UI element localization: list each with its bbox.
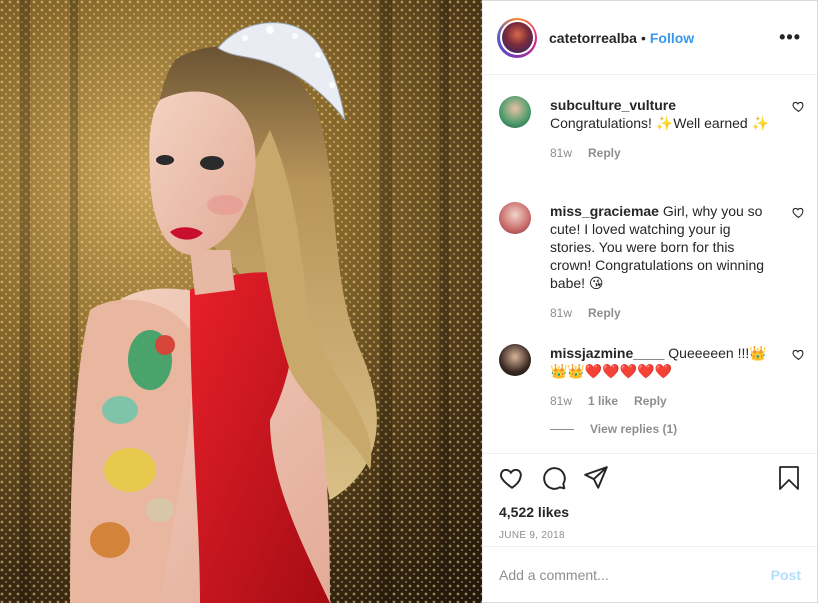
post-photo[interactable] xyxy=(0,0,482,603)
post-header: catetorrealba • Follow ••• xyxy=(483,1,817,75)
more-options-icon[interactable]: ••• xyxy=(779,27,801,48)
author-username[interactable]: catetorrealba xyxy=(549,30,637,46)
commenter-username[interactable]: subculture_vulture xyxy=(550,97,676,113)
comments-list: subculture_vulture Congratulations! ✨Wel… xyxy=(483,76,817,453)
comment-item: missjazmine____ Queeeeen !!!👑👑👑❤️❤️❤️❤️❤… xyxy=(499,344,805,436)
post-sidebar: catetorrealba • Follow ••• subculture_vu… xyxy=(482,0,818,603)
action-bar xyxy=(499,464,801,492)
photo-illustration xyxy=(0,0,482,603)
post-comment-button[interactable]: Post xyxy=(771,567,801,583)
reply-button[interactable]: Reply xyxy=(634,394,667,408)
comment-time[interactable]: 81w xyxy=(550,146,572,160)
comment-like-icon[interactable] xyxy=(792,100,805,113)
view-replies-label: View replies (1) xyxy=(590,422,678,436)
comment-meta: 81w Reply xyxy=(550,146,805,160)
author-avatar[interactable] xyxy=(497,17,537,58)
comment-time[interactable]: 81w xyxy=(550,306,572,320)
comment-text: miss_graciemae Girl, why you so cute! I … xyxy=(550,202,775,292)
comment-meta: 81w 1 like Reply xyxy=(550,394,805,408)
replies-divider xyxy=(550,428,574,430)
commenter-username[interactable]: missjazmine____ xyxy=(550,345,664,361)
reply-button[interactable]: Reply xyxy=(588,146,621,160)
comment-likes[interactable]: 1 like xyxy=(588,394,618,408)
reply-button[interactable]: Reply xyxy=(588,306,621,320)
likes-count[interactable]: 4,522 likes xyxy=(499,504,801,520)
commenter-avatar[interactable] xyxy=(499,344,531,376)
comment-body: Congratulations! ✨Well earned ✨ xyxy=(550,115,770,131)
comment-item: miss_graciemae Girl, why you so cute! I … xyxy=(499,202,805,320)
commenter-username[interactable]: miss_graciemae xyxy=(550,203,659,219)
comment-icon[interactable] xyxy=(541,465,567,491)
commenter-avatar[interactable] xyxy=(499,202,531,234)
comment-input[interactable] xyxy=(499,566,771,583)
follow-button[interactable]: Follow xyxy=(650,30,694,46)
post-date[interactable]: JUNE 9, 2018 xyxy=(499,530,801,541)
post-actions: 4,522 likes JUNE 9, 2018 xyxy=(483,453,817,541)
bookmark-icon[interactable] xyxy=(777,465,801,491)
comment-item: subculture_vulture Congratulations! ✨Wel… xyxy=(499,96,805,160)
comment-like-icon[interactable] xyxy=(792,348,805,361)
heart-icon[interactable] xyxy=(499,465,525,491)
view-replies-button[interactable]: View replies (1) xyxy=(550,422,805,436)
comment-like-icon[interactable] xyxy=(792,206,805,219)
separator-dot: • xyxy=(640,29,646,46)
comment-text: subculture_vulture Congratulations! ✨Wel… xyxy=(550,96,775,132)
commenter-avatar[interactable] xyxy=(499,96,531,128)
comment-time[interactable]: 81w xyxy=(550,394,572,408)
share-icon[interactable] xyxy=(583,465,609,491)
comment-composer: Post xyxy=(483,546,817,602)
comment-text: missjazmine____ Queeeeen !!!👑👑👑❤️❤️❤️❤️❤… xyxy=(550,344,775,380)
comment-meta: 81w Reply xyxy=(550,306,805,320)
